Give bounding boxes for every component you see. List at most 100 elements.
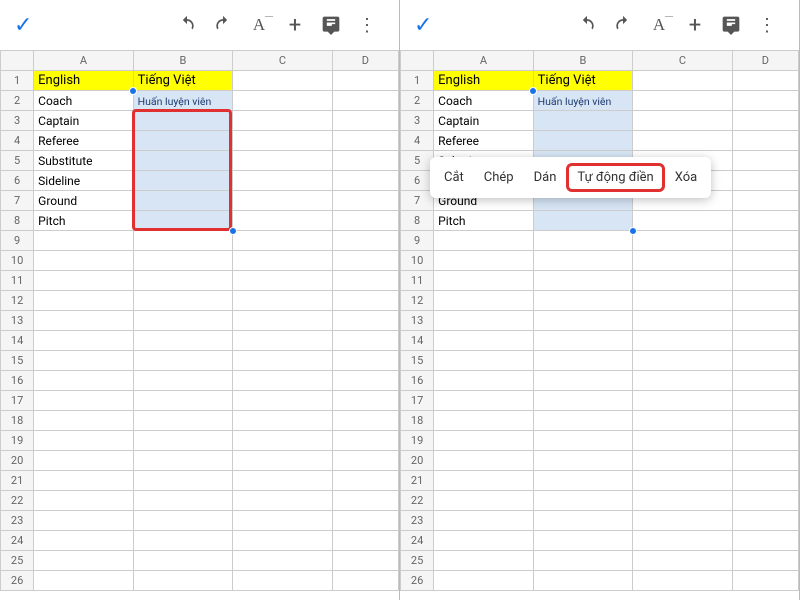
- cell-C19[interactable]: [633, 431, 733, 451]
- undo-icon[interactable]: [569, 7, 605, 43]
- row-header[interactable]: 4: [1, 131, 34, 151]
- row-header[interactable]: 16: [1, 371, 34, 391]
- column-header[interactable]: C: [633, 51, 733, 71]
- cell-D16[interactable]: [732, 371, 798, 391]
- cell-D12[interactable]: [332, 291, 398, 311]
- cell-C12[interactable]: [633, 291, 733, 311]
- column-header[interactable]: A: [34, 51, 134, 71]
- cell-C8[interactable]: [633, 211, 733, 231]
- context-menu-item[interactable]: Dán: [524, 164, 567, 191]
- cell-A17[interactable]: [34, 391, 134, 411]
- cell-D25[interactable]: [332, 551, 398, 571]
- cell-B11[interactable]: [533, 271, 633, 291]
- cell-C23[interactable]: [233, 511, 333, 531]
- cell-D6[interactable]: [332, 171, 398, 191]
- cell-D24[interactable]: [732, 531, 798, 551]
- cell-C8[interactable]: [233, 211, 333, 231]
- cell-C7[interactable]: [233, 191, 333, 211]
- row-header[interactable]: 3: [401, 111, 434, 131]
- cell-D6[interactable]: [732, 171, 798, 191]
- cell-C22[interactable]: [633, 491, 733, 511]
- cell-B12[interactable]: [533, 291, 633, 311]
- row-header[interactable]: 20: [1, 451, 34, 471]
- context-menu-item[interactable]: Cắt: [434, 164, 474, 191]
- cell-D19[interactable]: [332, 431, 398, 451]
- row-header[interactable]: 14: [401, 331, 434, 351]
- comment-icon[interactable]: [313, 7, 349, 43]
- cell-A26[interactable]: [434, 571, 534, 591]
- cell-D4[interactable]: [732, 131, 798, 151]
- cell-C12[interactable]: [233, 291, 333, 311]
- cell-B16[interactable]: [533, 371, 633, 391]
- cell-B20[interactable]: [133, 451, 233, 471]
- cell-B26[interactable]: [133, 571, 233, 591]
- cell-B14[interactable]: [533, 331, 633, 351]
- cell-C4[interactable]: [233, 131, 333, 151]
- row-header[interactable]: 11: [1, 271, 34, 291]
- cell-B17[interactable]: [133, 391, 233, 411]
- cell-A14[interactable]: [434, 331, 534, 351]
- row-header[interactable]: 21: [1, 471, 34, 491]
- cell-A10[interactable]: [434, 251, 534, 271]
- spreadsheet-right[interactable]: ABCD1EnglishTiếng Việt2CoachHuấn luyện v…: [400, 50, 799, 600]
- cell-A18[interactable]: [34, 411, 134, 431]
- cell-D18[interactable]: [332, 411, 398, 431]
- row-header[interactable]: 17: [1, 391, 34, 411]
- cell-C11[interactable]: [233, 271, 333, 291]
- row-header[interactable]: 4: [401, 131, 434, 151]
- cell-B14[interactable]: [133, 331, 233, 351]
- row-header[interactable]: 7: [1, 191, 34, 211]
- cell-C16[interactable]: [633, 371, 733, 391]
- cell-A2[interactable]: Coach: [434, 91, 534, 111]
- cell-D22[interactable]: [332, 491, 398, 511]
- cell-B8[interactable]: [133, 211, 233, 231]
- cell-D2[interactable]: [332, 91, 398, 111]
- row-header[interactable]: 10: [1, 251, 34, 271]
- cell-C2[interactable]: [233, 91, 333, 111]
- cell-B13[interactable]: [533, 311, 633, 331]
- comment-icon[interactable]: [713, 7, 749, 43]
- cell-D20[interactable]: [332, 451, 398, 471]
- cell-C24[interactable]: [233, 531, 333, 551]
- cell-B4[interactable]: [533, 131, 633, 151]
- cell-D5[interactable]: [732, 151, 798, 171]
- cell-B18[interactable]: [533, 411, 633, 431]
- cell-C14[interactable]: [633, 331, 733, 351]
- row-header[interactable]: 9: [401, 231, 434, 251]
- cell-C1[interactable]: [233, 71, 333, 91]
- cell-B4[interactable]: [133, 131, 233, 151]
- row-header[interactable]: 13: [1, 311, 34, 331]
- cell-D20[interactable]: [732, 451, 798, 471]
- cell-B7[interactable]: [133, 191, 233, 211]
- cell-A8[interactable]: Pitch: [434, 211, 534, 231]
- cell-C20[interactable]: [633, 451, 733, 471]
- cell-A12[interactable]: [434, 291, 534, 311]
- cell-A10[interactable]: [34, 251, 134, 271]
- cell-A16[interactable]: [434, 371, 534, 391]
- row-header[interactable]: 1: [1, 71, 34, 91]
- cell-A20[interactable]: [434, 451, 534, 471]
- cell-C18[interactable]: [633, 411, 733, 431]
- cell-C9[interactable]: [633, 231, 733, 251]
- cell-A9[interactable]: [434, 231, 534, 251]
- row-header[interactable]: 15: [401, 351, 434, 371]
- cell-B18[interactable]: [133, 411, 233, 431]
- cell-B24[interactable]: [133, 531, 233, 551]
- cell-D16[interactable]: [332, 371, 398, 391]
- cell-B22[interactable]: [133, 491, 233, 511]
- cell-C22[interactable]: [233, 491, 333, 511]
- cell-A15[interactable]: [434, 351, 534, 371]
- cell-B10[interactable]: [133, 251, 233, 271]
- cell-A1[interactable]: English: [34, 71, 134, 91]
- cell-D21[interactable]: [332, 471, 398, 491]
- cell-D26[interactable]: [332, 571, 398, 591]
- context-menu-item[interactable]: Xóa: [665, 164, 708, 191]
- row-header[interactable]: 26: [401, 571, 434, 591]
- cell-C25[interactable]: [233, 551, 333, 571]
- row-header[interactable]: 14: [1, 331, 34, 351]
- cell-B25[interactable]: [533, 551, 633, 571]
- cell-A16[interactable]: [34, 371, 134, 391]
- redo-icon[interactable]: [605, 7, 641, 43]
- row-header[interactable]: 3: [1, 111, 34, 131]
- cell-A6[interactable]: Sideline: [34, 171, 134, 191]
